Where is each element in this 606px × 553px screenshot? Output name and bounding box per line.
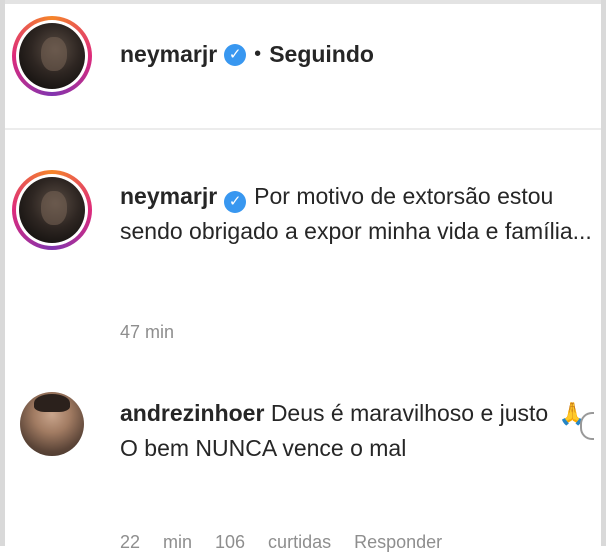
profile-photo <box>19 23 85 89</box>
caption-profile-photo <box>19 177 85 243</box>
separator-dot: • <box>254 43 262 65</box>
comment-meta: 22 min 106 curtidas Responder <box>120 532 443 552</box>
window-border-left <box>0 0 5 546</box>
caption-username[interactable]: neymarjr <box>120 183 217 209</box>
header-username[interactable]: neymarjr <box>120 41 217 68</box>
window-border-top <box>0 0 606 4</box>
post-header: neymarjr ✓ • Seguindo <box>12 16 602 98</box>
profile-avatar[interactable] <box>12 16 92 96</box>
commenter-username[interactable]: andrezinhoer <box>120 400 264 426</box>
caption-avatar[interactable] <box>12 170 92 250</box>
heart-icon[interactable] <box>580 412 594 440</box>
comment-text-line2: O bem NUNCA vence o mal <box>120 435 407 461</box>
caption-timestamp: 47 min <box>120 322 175 342</box>
verified-badge-icon: ✓ <box>224 191 247 213</box>
comment-text-line1: Deus é maravilhoso e justo <box>270 400 549 426</box>
following-button[interactable]: Seguindo <box>269 41 374 68</box>
commenter-avatar[interactable] <box>20 392 84 456</box>
verified-badge-icon: ✓ <box>224 43 247 66</box>
header-divider <box>5 128 601 130</box>
